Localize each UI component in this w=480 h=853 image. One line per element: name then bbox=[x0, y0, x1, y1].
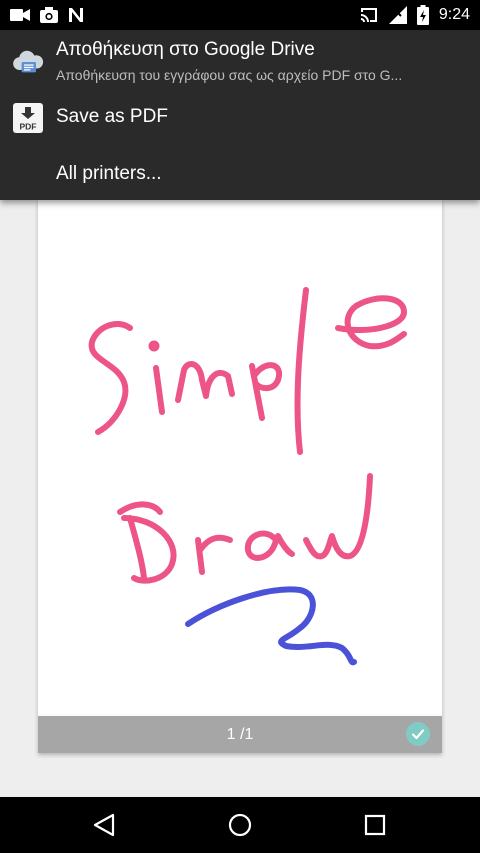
menu-item-title: Save as PDF bbox=[56, 106, 168, 127]
menu-item-subtitle: Αποθήκευση του εγγράφου σας ως αρχείο PD… bbox=[56, 67, 403, 83]
cast-icon bbox=[359, 5, 379, 25]
status-time: 9:24 bbox=[438, 6, 470, 23]
signal-icon bbox=[388, 5, 407, 25]
menu-item-all-printers[interactable]: All printers... bbox=[0, 152, 480, 198]
navigation-bar bbox=[0, 797, 480, 853]
back-icon[interactable] bbox=[90, 811, 118, 839]
recents-icon[interactable] bbox=[361, 811, 389, 839]
n-notification-icon bbox=[68, 5, 84, 25]
videocam-icon bbox=[10, 5, 30, 25]
svg-text:PDF: PDF bbox=[20, 122, 37, 132]
blue-squiggle bbox=[185, 586, 357, 666]
page-number: 1 /1 bbox=[226, 726, 254, 743]
preview-page-footer: 1 /1 bbox=[38, 716, 442, 753]
simple-draw-handwriting bbox=[88, 287, 407, 584]
status-bar: 9:24 bbox=[0, 0, 480, 30]
page-selected-check-icon[interactable] bbox=[406, 722, 430, 746]
menu-item-save-as-pdf[interactable]: PDF Save as PDF bbox=[0, 100, 480, 150]
drawing-canvas bbox=[88, 287, 407, 666]
pdf-download-icon: PDF bbox=[12, 102, 44, 134]
cloud-print-icon bbox=[12, 46, 44, 78]
print-destination-menu: Αποθήκευση στο Google Drive Αποθήκευση τ… bbox=[0, 30, 480, 200]
home-icon[interactable] bbox=[226, 811, 254, 839]
menu-item-title: All printers... bbox=[56, 163, 162, 184]
menu-item-title: Αποθήκευση στο Google Drive bbox=[56, 39, 315, 60]
menu-item-google-drive[interactable]: Αποθήκευση στο Google Drive Αποθήκευση τ… bbox=[0, 30, 480, 100]
print-preview-page[interactable] bbox=[38, 200, 442, 716]
battery-charging-icon bbox=[416, 5, 429, 25]
camera-icon bbox=[40, 5, 58, 25]
